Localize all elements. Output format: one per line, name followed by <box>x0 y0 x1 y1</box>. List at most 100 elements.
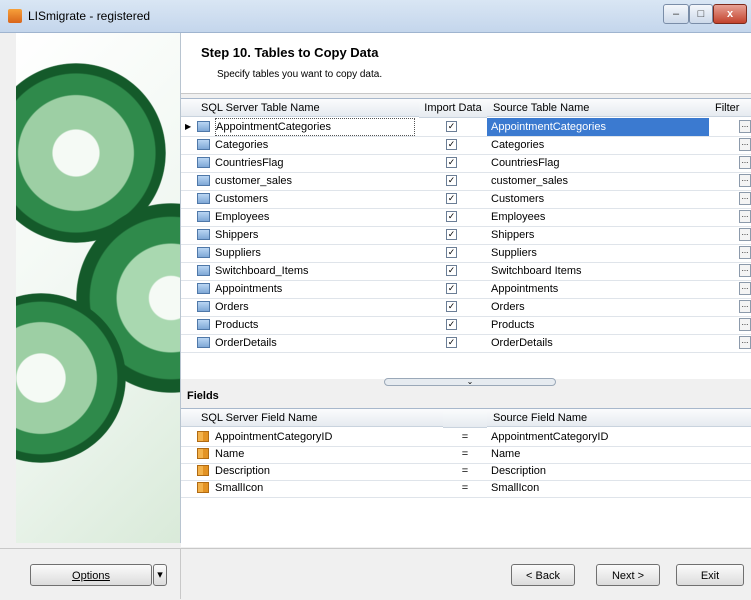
filter-button[interactable]: ... <box>739 174 751 187</box>
window-title: LISmigrate - registered <box>28 9 151 23</box>
import-checkbox[interactable]: ✓ <box>446 265 457 276</box>
source-field-name[interactable]: SmallIcon <box>491 479 741 497</box>
step-title: Step 10. Tables to Copy Data <box>201 45 379 60</box>
step-subtitle: Specify tables you want to copy data. <box>217 69 383 80</box>
sql-table-name[interactable]: AppointmentCategories <box>215 118 415 136</box>
mapping-equals: = <box>461 431 469 443</box>
source-table-name[interactable]: Shippers <box>487 226 709 244</box>
table-row[interactable]: Employees ✓ Employees... <box>181 208 751 227</box>
back-button[interactable]: < Back <box>511 564 575 586</box>
source-table-name[interactable]: AppointmentCategories <box>487 118 709 136</box>
splitter-handle[interactable]: ⌄ <box>384 378 556 386</box>
import-checkbox[interactable]: ✓ <box>446 193 457 204</box>
table-icon <box>197 247 210 258</box>
sql-field-name[interactable]: Name <box>215 445 441 463</box>
import-checkbox[interactable]: ✓ <box>446 175 457 186</box>
import-checkbox[interactable]: ✓ <box>446 157 457 168</box>
source-field-name[interactable]: Name <box>491 445 741 463</box>
table-row[interactable]: Suppliers ✓ Suppliers... <box>181 244 751 263</box>
sql-table-name[interactable]: Categories <box>215 136 415 154</box>
fields-label: Fields <box>187 390 219 402</box>
source-table-name[interactable]: Switchboard Items <box>487 262 709 280</box>
filter-button[interactable]: ... <box>739 120 751 133</box>
table-row[interactable]: Customers ✓ Customers... <box>181 190 751 209</box>
sql-table-name[interactable]: Shippers <box>215 226 415 244</box>
sql-table-name[interactable]: Switchboard_Items <box>215 262 415 280</box>
sql-field-name[interactable]: AppointmentCategoryID <box>215 428 441 446</box>
table-row[interactable]: Orders ✓ Orders... <box>181 298 751 317</box>
fields-grid: SQL Server Field Name Source Field Name … <box>181 408 751 547</box>
sql-table-name[interactable]: Appointments <box>215 280 415 298</box>
sql-table-name[interactable]: OrderDetails <box>215 334 415 352</box>
field-row[interactable]: SmallIcon = SmallIcon <box>181 479 751 498</box>
sql-table-name[interactable]: Orders <box>215 298 415 316</box>
import-checkbox[interactable]: ✓ <box>446 247 457 258</box>
filter-button[interactable]: ... <box>739 336 751 349</box>
column-header-filter[interactable]: Filter <box>709 99 751 117</box>
table-row[interactable]: customer_sales ✓ customer_sales... <box>181 172 751 191</box>
column-header-sql-table[interactable]: SQL Server Table Name <box>181 99 419 117</box>
column-header-import-data[interactable]: Import Data <box>419 99 487 118</box>
tables-grid: SQL Server Table Name Import Data Source… <box>181 98 751 379</box>
sql-table-name[interactable]: CountriesFlag <box>215 154 415 172</box>
sql-table-name[interactable]: Customers <box>215 190 415 208</box>
source-table-name[interactable]: Employees <box>487 208 709 226</box>
column-header-source-table[interactable]: Source Table Name <box>487 99 709 117</box>
column-header-source-field[interactable]: Source Field Name <box>487 409 751 427</box>
minimize-icon[interactable]: ‒ <box>663 4 689 24</box>
sql-table-name[interactable]: Suppliers <box>215 244 415 262</box>
table-row[interactable]: Categories ✓ Categories... <box>181 136 751 155</box>
import-checkbox[interactable]: ✓ <box>446 211 457 222</box>
column-header-sql-field[interactable]: SQL Server Field Name <box>181 409 443 427</box>
maximize-icon[interactable]: □ <box>689 4 713 24</box>
table-row[interactable]: Switchboard_Items ✓ Switchboard Items... <box>181 262 751 281</box>
table-row[interactable]: OrderDetails ✓ OrderDetails... <box>181 334 751 353</box>
sql-table-name[interactable]: Employees <box>215 208 415 226</box>
exit-button[interactable]: Exit <box>676 564 744 586</box>
filter-button[interactable]: ... <box>739 264 751 277</box>
import-checkbox[interactable]: ✓ <box>446 121 457 132</box>
table-row[interactable]: Appointments ✓ Appointments... <box>181 280 751 299</box>
filter-button[interactable]: ... <box>739 138 751 151</box>
import-checkbox[interactable]: ✓ <box>446 301 457 312</box>
source-table-name[interactable]: Categories <box>487 136 709 154</box>
filter-button[interactable]: ... <box>739 318 751 331</box>
table-row[interactable]: Products ✓ Products... <box>181 316 751 335</box>
import-checkbox[interactable]: ✓ <box>446 229 457 240</box>
sql-table-name[interactable]: Products <box>215 316 415 334</box>
source-field-name[interactable]: Description <box>491 462 741 480</box>
import-checkbox[interactable]: ✓ <box>446 337 457 348</box>
filter-button[interactable]: ... <box>739 228 751 241</box>
source-table-name[interactable]: Appointments <box>487 280 709 298</box>
source-table-name[interactable]: CountriesFlag <box>487 154 709 172</box>
source-table-name[interactable]: Orders <box>487 298 709 316</box>
options-button[interactable]: Options <box>30 564 152 586</box>
sql-field-name[interactable]: SmallIcon <box>215 479 441 497</box>
options-dropdown-button[interactable]: ▾ <box>153 564 167 586</box>
source-table-name[interactable]: Products <box>487 316 709 334</box>
field-icon <box>197 431 209 442</box>
next-button[interactable]: Next > <box>596 564 660 586</box>
sql-field-name[interactable]: Description <box>215 462 441 480</box>
table-icon <box>197 265 210 276</box>
table-row[interactable]: ▶ AppointmentCategories ✓ AppointmentCatego… <box>181 118 751 137</box>
filter-button[interactable]: ... <box>739 192 751 205</box>
import-checkbox[interactable]: ✓ <box>446 319 457 330</box>
gear-illustration <box>16 33 181 543</box>
filter-button[interactable]: ... <box>739 300 751 313</box>
source-table-name[interactable]: Suppliers <box>487 244 709 262</box>
table-row[interactable]: Shippers ✓ Shippers... <box>181 226 751 245</box>
filter-button[interactable]: ... <box>739 246 751 259</box>
table-row[interactable]: CountriesFlag ✓ CountriesFlag... <box>181 154 751 173</box>
import-checkbox[interactable]: ✓ <box>446 283 457 294</box>
source-table-name[interactable]: OrderDetails <box>487 334 709 352</box>
sql-table-name[interactable]: customer_sales <box>215 172 415 190</box>
source-table-name[interactable]: Customers <box>487 190 709 208</box>
filter-button[interactable]: ... <box>739 210 751 223</box>
filter-button[interactable]: ... <box>739 156 751 169</box>
close-icon[interactable]: x <box>713 4 747 24</box>
filter-button[interactable]: ... <box>739 282 751 295</box>
source-field-name[interactable]: AppointmentCategoryID <box>491 428 741 446</box>
import-checkbox[interactable]: ✓ <box>446 139 457 150</box>
source-table-name[interactable]: customer_sales <box>487 172 709 190</box>
